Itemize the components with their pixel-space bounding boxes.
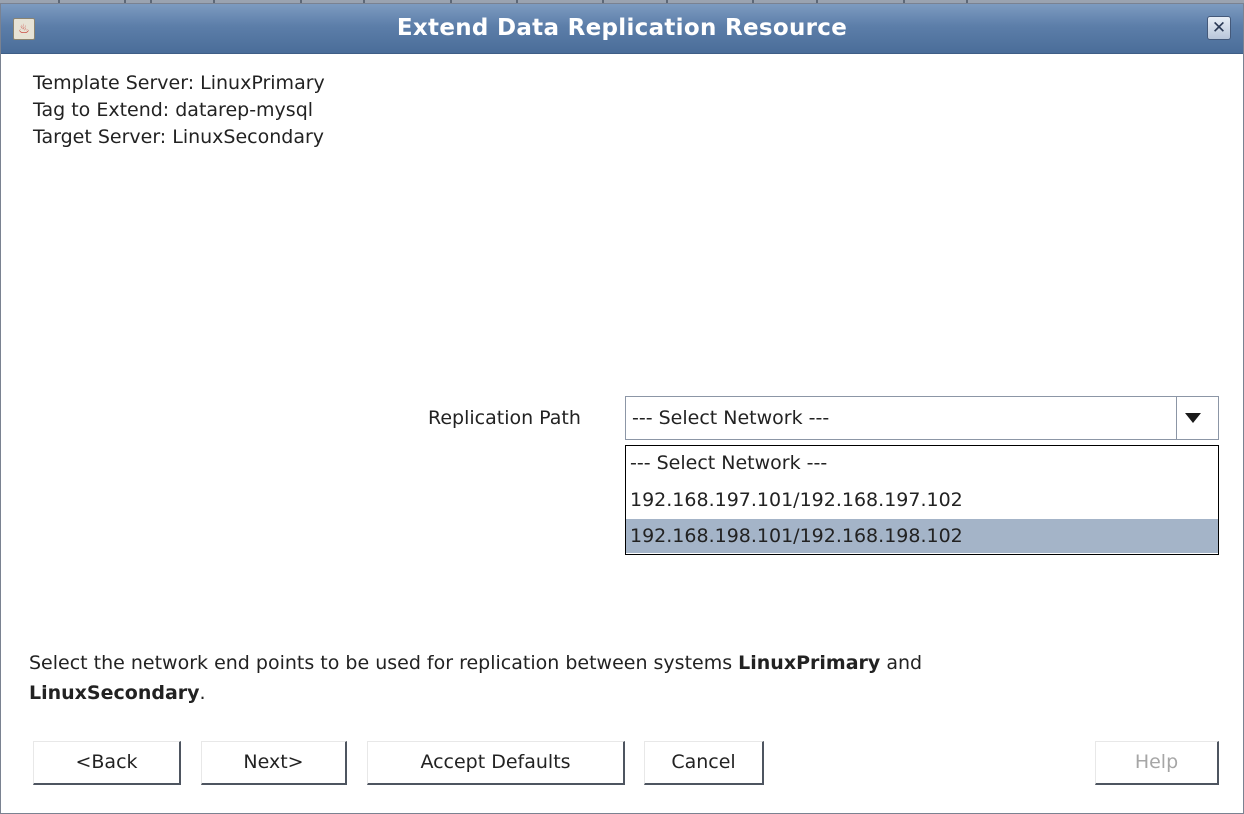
tag-to-extend-label: Tag to Extend: datarep-mysql [33, 99, 314, 121]
secondary-system-name: LinuxSecondary [29, 682, 200, 704]
primary-system-name: LinuxPrimary [738, 652, 881, 674]
dropdown-option-network-198[interactable]: 192.168.198.101/192.168.198.102 [626, 519, 1218, 553]
cancel-button[interactable]: Cancel [644, 741, 764, 785]
replication-path-select[interactable]: --- Select Network --- [625, 396, 1219, 440]
next-button[interactable]: Next> [201, 741, 347, 785]
replication-path-dropdown: --- Select Network --- 192.168.197.101/1… [625, 445, 1219, 555]
template-server-label: Template Server: LinuxPrimary [33, 72, 325, 94]
window-title: Extend Data Replication Resource [396, 15, 848, 41]
target-server-label: Target Server: LinuxSecondary [33, 126, 325, 148]
replication-path-label: Replication Path [428, 407, 581, 429]
replication-path-value: --- Select Network --- [632, 407, 830, 429]
chevron-down-icon[interactable] [1185, 413, 1201, 423]
dropdown-option-network-197[interactable]: 192.168.197.101/192.168.197.102 [626, 483, 1218, 517]
title-bar[interactable]: ♨ Extend Data Replication Resource ✕ [1, 4, 1243, 54]
dropdown-option-select-network[interactable]: --- Select Network --- [626, 446, 1218, 480]
combo-divider [1176, 397, 1177, 439]
back-button[interactable]: <Back [33, 741, 181, 785]
accept-defaults-button[interactable]: Accept Defaults [367, 741, 625, 785]
description-text: Select the network end points to be used… [29, 652, 923, 704]
close-icon[interactable]: ✕ [1207, 16, 1231, 40]
extend-replication-dialog: ♨ Extend Data Replication Resource ✕ Tem… [0, 3, 1244, 814]
help-button[interactable]: Help [1095, 741, 1219, 785]
